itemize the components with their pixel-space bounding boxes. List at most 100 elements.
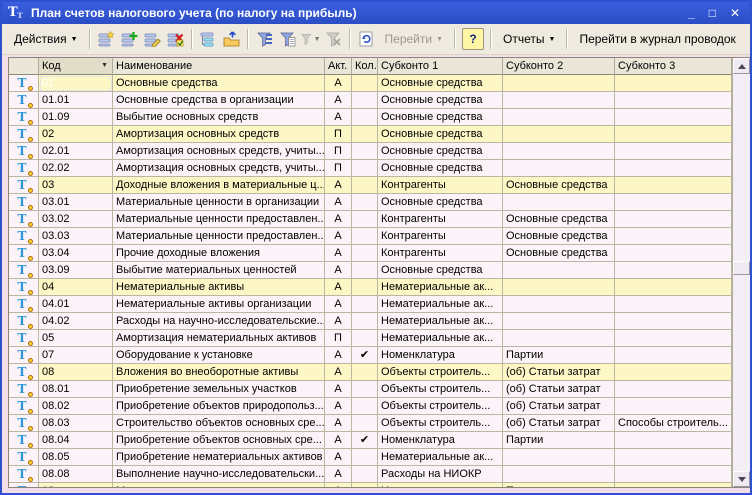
table-row[interactable]: Т03.02Материальные ценности предоставлен… bbox=[9, 211, 750, 228]
quantity-cell[interactable] bbox=[352, 398, 378, 415]
subconto3-cell[interactable] bbox=[615, 381, 732, 398]
filter-settings-button[interactable] bbox=[276, 28, 299, 50]
subconto2-cell[interactable] bbox=[503, 296, 615, 313]
active-cell[interactable]: А bbox=[325, 449, 352, 466]
name-cell[interactable]: Оборудование к установке bbox=[113, 347, 325, 364]
close-button[interactable]: ✕ bbox=[730, 6, 740, 20]
active-cell[interactable]: А bbox=[325, 279, 352, 296]
subconto2-column-header[interactable]: Субконто 2 bbox=[503, 58, 615, 75]
help-button[interactable]: ? bbox=[462, 28, 484, 50]
name-cell[interactable]: Приобретение нематериальных активов bbox=[113, 449, 325, 466]
scroll-down-button[interactable] bbox=[733, 471, 750, 487]
name-cell[interactable]: Приобретение объектов природопольз... bbox=[113, 398, 325, 415]
code-cell[interactable]: 03 bbox=[39, 177, 113, 194]
active-cell[interactable]: А bbox=[325, 228, 352, 245]
subconto1-cell[interactable]: Нематериальные ак... bbox=[378, 279, 503, 296]
active-cell[interactable]: А bbox=[325, 415, 352, 432]
subconto1-cell[interactable]: Основные средства bbox=[378, 194, 503, 211]
subconto1-cell[interactable]: Основные средства bbox=[378, 126, 503, 143]
subconto1-cell[interactable]: Нематериальные ак... bbox=[378, 330, 503, 347]
row-marker-cell[interactable]: Т bbox=[9, 160, 39, 177]
hierarchy-view-button[interactable] bbox=[197, 28, 220, 50]
code-cell[interactable]: 04.01 bbox=[39, 296, 113, 313]
quantity-cell[interactable] bbox=[352, 296, 378, 313]
code-column-header[interactable]: Код ▼ bbox=[39, 58, 113, 75]
code-cell[interactable]: 04.02 bbox=[39, 313, 113, 330]
table-row[interactable]: Т08.01Приобретение земельных участковАОб… bbox=[9, 381, 750, 398]
name-cell[interactable]: Материальные ценности предоставлен... bbox=[113, 228, 325, 245]
table-row[interactable]: Т04.02Расходы на научно-исследовательски… bbox=[9, 313, 750, 330]
row-marker-cell[interactable]: Т bbox=[9, 279, 39, 296]
subconto2-cell[interactable] bbox=[503, 92, 615, 109]
subconto3-cell[interactable] bbox=[615, 194, 732, 211]
refresh-button[interactable] bbox=[355, 28, 378, 50]
subconto1-cell[interactable]: Основные средства bbox=[378, 143, 503, 160]
quantity-column-header[interactable]: Кол. bbox=[352, 58, 378, 75]
code-cell[interactable]: 03.09 bbox=[39, 262, 113, 279]
subconto1-cell[interactable]: Основные средства bbox=[378, 75, 503, 92]
quantity-cell[interactable] bbox=[352, 177, 378, 194]
active-cell[interactable]: А bbox=[325, 211, 352, 228]
subconto3-cell[interactable] bbox=[615, 211, 732, 228]
add-item-button[interactable] bbox=[95, 28, 118, 50]
scroll-up-button[interactable] bbox=[733, 58, 750, 74]
subconto3-cell[interactable] bbox=[615, 313, 732, 330]
quantity-cell[interactable] bbox=[352, 466, 378, 483]
subconto3-cell[interactable] bbox=[615, 160, 732, 177]
filter-by-value-button[interactable]: ▼ bbox=[299, 28, 322, 50]
subconto3-cell[interactable] bbox=[615, 126, 732, 143]
quantity-cell[interactable] bbox=[352, 160, 378, 177]
name-cell[interactable]: Вложения во внеоборотные активы bbox=[113, 364, 325, 381]
subconto2-cell[interactable]: Основные средства bbox=[503, 228, 615, 245]
table-row[interactable]: Т07Оборудование к установкеА✔Номенклатур… bbox=[9, 347, 750, 364]
row-marker-cell[interactable]: Т bbox=[9, 228, 39, 245]
active-cell[interactable]: П bbox=[325, 330, 352, 347]
active-cell[interactable]: А bbox=[325, 245, 352, 262]
subconto3-cell[interactable] bbox=[615, 364, 732, 381]
vertical-scrollbar[interactable] bbox=[732, 58, 750, 487]
name-cell[interactable]: Амортизация основных средств, учиты... bbox=[113, 143, 325, 160]
table-row[interactable]: Т10МатериалыА✔НоменклатураПартии bbox=[9, 483, 750, 487]
quantity-cell[interactable] bbox=[352, 194, 378, 211]
subconto1-cell[interactable]: Номенклатура bbox=[378, 483, 503, 487]
table-row[interactable]: Т01.01Основные средства в организацииАОс… bbox=[9, 92, 750, 109]
quantity-cell[interactable]: ✔ bbox=[352, 347, 378, 364]
subconto2-cell[interactable]: Основные средства bbox=[503, 245, 615, 262]
subconto1-cell[interactable]: Нематериальные ак... bbox=[378, 313, 503, 330]
active-cell[interactable]: П bbox=[325, 126, 352, 143]
subconto1-cell[interactable]: Основные средства bbox=[378, 262, 503, 279]
table-row[interactable]: Т01Основные средстваАОсновные средства bbox=[9, 75, 750, 92]
code-cell[interactable]: 08.01 bbox=[39, 381, 113, 398]
subconto1-cell[interactable]: Объекты строитель... bbox=[378, 415, 503, 432]
code-cell[interactable]: 01.09 bbox=[39, 109, 113, 126]
subconto3-cell[interactable] bbox=[615, 466, 732, 483]
marker-column-header[interactable] bbox=[9, 58, 39, 75]
name-cell[interactable]: Амортизация основных средств bbox=[113, 126, 325, 143]
table-row[interactable]: Т08.02Приобретение объектов природопольз… bbox=[9, 398, 750, 415]
subconto3-cell[interactable] bbox=[615, 245, 732, 262]
code-cell[interactable]: 08.03 bbox=[39, 415, 113, 432]
subconto2-cell[interactable]: Партии bbox=[503, 483, 615, 487]
subconto3-cell[interactable] bbox=[615, 398, 732, 415]
name-cell[interactable]: Материальные ценности в организации bbox=[113, 194, 325, 211]
subconto2-cell[interactable] bbox=[503, 279, 615, 296]
subconto1-cell[interactable]: Номенклатура bbox=[378, 432, 503, 449]
active-cell[interactable]: А bbox=[325, 466, 352, 483]
subconto2-cell[interactable] bbox=[503, 449, 615, 466]
name-cell[interactable]: Нематериальные активы bbox=[113, 279, 325, 296]
table-row[interactable]: Т03Доходные вложения в материальные ц...… bbox=[9, 177, 750, 194]
quantity-cell[interactable] bbox=[352, 381, 378, 398]
name-cell[interactable]: Приобретение объектов основных сре... bbox=[113, 432, 325, 449]
subconto3-cell[interactable] bbox=[615, 177, 732, 194]
table-row[interactable]: Т03.04Прочие доходные вложенияАКонтраген… bbox=[9, 245, 750, 262]
quantity-cell[interactable] bbox=[352, 449, 378, 466]
subconto2-cell[interactable] bbox=[503, 109, 615, 126]
row-marker-cell[interactable]: Т bbox=[9, 126, 39, 143]
subconto2-cell[interactable] bbox=[503, 126, 615, 143]
active-column-header[interactable]: Акт. bbox=[325, 58, 352, 75]
code-cell[interactable]: 03.03 bbox=[39, 228, 113, 245]
add-group-button[interactable] bbox=[118, 28, 141, 50]
subconto2-cell[interactable] bbox=[503, 330, 615, 347]
reports-menu-button[interactable]: Отчеты ▼ bbox=[496, 29, 562, 49]
row-marker-cell[interactable]: Т bbox=[9, 415, 39, 432]
